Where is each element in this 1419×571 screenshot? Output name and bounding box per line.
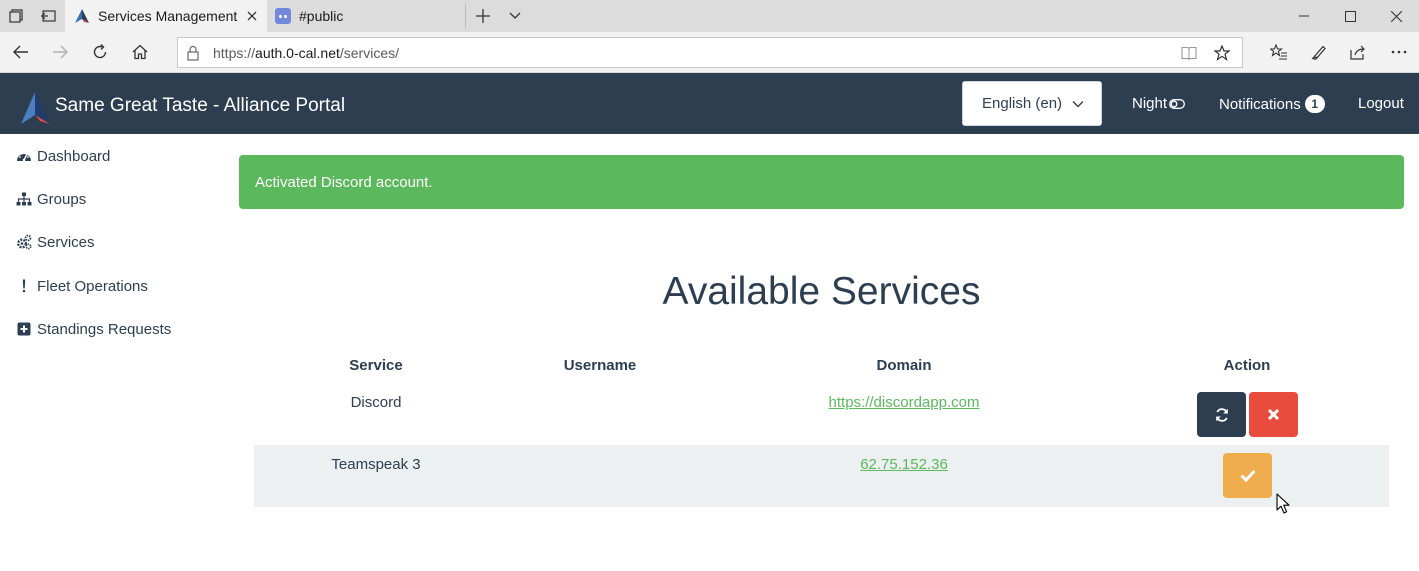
- tab-title: #public: [299, 8, 344, 24]
- tab-manager-icon[interactable]: [0, 0, 32, 32]
- sidebar-item-services[interactable]: Services: [16, 230, 95, 254]
- logout-link[interactable]: Logout: [1358, 95, 1404, 112]
- service-name: Teamspeak 3: [331, 456, 421, 473]
- night-label: Night: [1132, 95, 1168, 112]
- minimize-icon[interactable]: [1281, 0, 1327, 32]
- tab-services-management[interactable]: Services Management -: [65, 0, 267, 32]
- sidebar-item-label: Fleet Operations: [37, 277, 148, 295]
- close-tab-icon[interactable]: [243, 7, 261, 25]
- domain-cell: https://discordapp.com: [764, 394, 1044, 411]
- sidebar-item-label: Groups: [37, 190, 87, 208]
- night-mode-toggle[interactable]: Night: [1132, 95, 1185, 112]
- cogs-icon: [16, 234, 32, 250]
- more-options-icon[interactable]: [1382, 36, 1416, 68]
- notes-pen-icon[interactable]: [1302, 36, 1336, 68]
- language-select[interactable]: English (en): [962, 81, 1102, 126]
- activate-account-button[interactable]: [1223, 453, 1272, 498]
- site-navbar: Same Great Taste - Alliance Portal Engli…: [0, 73, 1419, 134]
- sidebar-item-dashboard[interactable]: Dashboard: [16, 144, 110, 168]
- share-icon[interactable]: [1341, 36, 1375, 68]
- notifications-badge: 1: [1304, 95, 1325, 113]
- chevron-down-icon: [1071, 97, 1085, 111]
- column-header-service: Service: [349, 357, 403, 374]
- lock-icon: [186, 45, 202, 61]
- browser-tab-strip: Services Management - #public: [0, 0, 1419, 32]
- maximize-icon[interactable]: [1327, 0, 1373, 32]
- dashboard-icon: [16, 148, 32, 164]
- domain-link[interactable]: 62.75.152.36: [860, 456, 948, 473]
- column-header-username: Username: [563, 357, 637, 374]
- notifications-link[interactable]: Notifications 1: [1219, 95, 1325, 113]
- favorite-star-icon[interactable]: [1211, 43, 1233, 63]
- refresh-account-button[interactable]: [1197, 392, 1246, 437]
- tab-title: Services Management -: [98, 8, 240, 24]
- refresh-icon: [1215, 407, 1228, 422]
- sidebar-item-standings-requests[interactable]: Standings Requests: [16, 317, 171, 341]
- check-icon: [1239, 469, 1256, 482]
- brand-title[interactable]: Same Great Taste - Alliance Portal: [55, 95, 345, 117]
- discord-icon: [275, 8, 291, 24]
- sidebar-item-label: Dashboard: [37, 147, 111, 165]
- close-window-icon[interactable]: [1373, 0, 1419, 32]
- tab-divider: [465, 4, 466, 28]
- back-icon[interactable]: [4, 36, 38, 68]
- sidebar-item-groups[interactable]: Groups: [16, 187, 86, 211]
- toggle-icon: [1169, 98, 1185, 109]
- reading-view-icon[interactable]: [1178, 43, 1200, 63]
- sidebar-item-label: Services: [37, 233, 95, 251]
- new-tab-icon[interactable]: [467, 0, 499, 32]
- tab-public[interactable]: #public: [267, 0, 465, 32]
- favorites-hub-icon[interactable]: [1262, 36, 1296, 68]
- alliance-logo-icon[interactable]: [20, 91, 52, 127]
- success-alert: Activated Discord account.: [239, 155, 1404, 209]
- language-value: English (en): [982, 95, 1063, 112]
- url-text: https://auth.0-cal.net/services/: [213, 45, 399, 61]
- domain-cell: 62.75.152.36: [764, 456, 1044, 473]
- home-icon[interactable]: [123, 36, 157, 68]
- alert-message: Activated Discord account.: [255, 174, 433, 191]
- times-icon: [1267, 408, 1280, 421]
- refresh-page-icon[interactable]: [83, 36, 117, 68]
- sidebar-item-label: Standings Requests: [37, 320, 172, 338]
- deactivate-account-button[interactable]: [1249, 392, 1298, 437]
- plus-square-icon: [16, 321, 32, 337]
- page-title: Available Services: [662, 270, 981, 313]
- site-favicon-icon: [75, 9, 89, 23]
- browser-toolbar: https://auth.0-cal.net/services/: [0, 32, 1419, 73]
- sidebar-item-fleet-operations[interactable]: Fleet Operations: [16, 274, 148, 298]
- domain-link[interactable]: https://discordapp.com: [829, 394, 980, 411]
- mouse-cursor-icon: [1276, 493, 1290, 514]
- address-bar[interactable]: https://auth.0-cal.net/services/: [177, 37, 1243, 68]
- exclamation-icon: [16, 278, 32, 294]
- set-tabs-aside-icon[interactable]: [32, 0, 64, 32]
- column-header-action: Action: [1223, 357, 1271, 374]
- notifications-label: Notifications: [1219, 95, 1301, 113]
- tab-preview-chevron-icon[interactable]: [499, 0, 531, 32]
- column-header-domain: Domain: [876, 357, 932, 374]
- sitemap-icon: [16, 191, 32, 207]
- table-row: [254, 445, 1389, 507]
- forward-icon[interactable]: [43, 36, 77, 68]
- service-name: Discord: [350, 394, 402, 411]
